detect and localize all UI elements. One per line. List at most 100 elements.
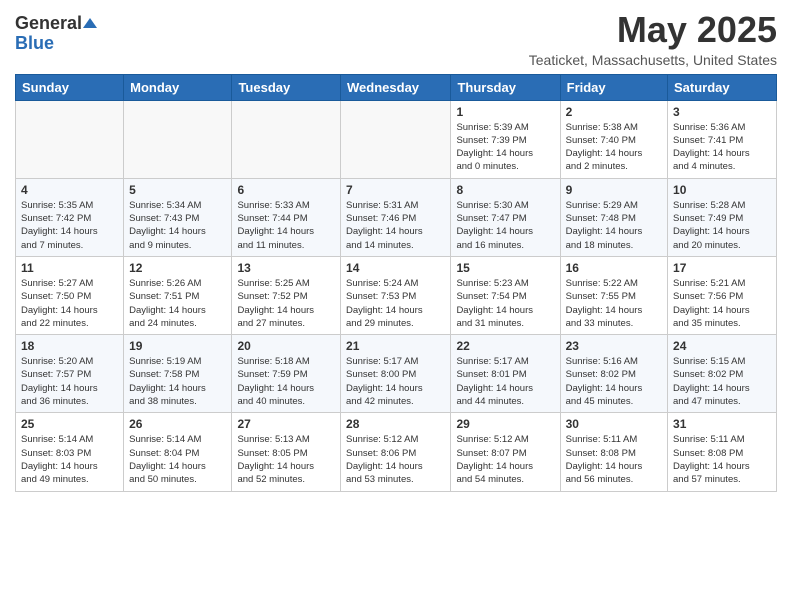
- day-number: 3: [673, 105, 771, 119]
- weekday-header-tuesday: Tuesday: [232, 74, 341, 100]
- day-number: 31: [673, 417, 771, 431]
- day-info: Sunrise: 5:36 AM Sunset: 7:41 PM Dayligh…: [673, 121, 771, 174]
- calendar-cell: 15 Sunrise: 5:23 AM Sunset: 7:54 PM Dayli…: [451, 256, 560, 334]
- day-info: Sunrise: 5:35 AM Sunset: 7:42 PM Dayligh…: [21, 199, 118, 252]
- day-info: Sunrise: 5:22 AM Sunset: 7:55 PM Dayligh…: [566, 277, 662, 330]
- day-info: Sunrise: 5:24 AM Sunset: 7:53 PM Dayligh…: [346, 277, 445, 330]
- calendar-cell: 30 Sunrise: 5:11 AM Sunset: 8:08 PM Dayli…: [560, 413, 667, 491]
- day-number: 1: [456, 105, 554, 119]
- calendar-cell: 20 Sunrise: 5:18 AM Sunset: 7:59 PM Dayli…: [232, 335, 341, 413]
- weekday-header-wednesday: Wednesday: [341, 74, 451, 100]
- calendar-cell: [232, 100, 341, 178]
- day-info: Sunrise: 5:38 AM Sunset: 7:40 PM Dayligh…: [566, 121, 662, 174]
- day-info: Sunrise: 5:14 AM Sunset: 8:03 PM Dayligh…: [21, 433, 118, 486]
- calendar-cell: 2Sunrise: 5:38 AM Sunset: 7:40 PM Daylig…: [560, 100, 667, 178]
- day-info: Sunrise: 5:17 AM Sunset: 8:00 PM Dayligh…: [346, 355, 445, 408]
- calendar-cell: 31 Sunrise: 5:11 AM Sunset: 8:08 PM Dayli…: [668, 413, 777, 491]
- weekday-header-saturday: Saturday: [668, 74, 777, 100]
- calendar-cell: 25 Sunrise: 5:14 AM Sunset: 8:03 PM Dayli…: [16, 413, 124, 491]
- day-info: Sunrise: 5:31 AM Sunset: 7:46 PM Dayligh…: [346, 199, 445, 252]
- calendar-cell: 8 Sunrise: 5:30 AM Sunset: 7:47 PM Daylig…: [451, 178, 560, 256]
- day-number: 6: [237, 183, 335, 197]
- calendar-cell: 7 Sunrise: 5:31 AM Sunset: 7:46 PM Daylig…: [341, 178, 451, 256]
- week-row-3: 11Sunrise: 5:27 AM Sunset: 7:50 PM Dayli…: [16, 256, 777, 334]
- calendar-cell: 9 Sunrise: 5:29 AM Sunset: 7:48 PM Daylig…: [560, 178, 667, 256]
- calendar-cell: 14Sunrise: 5:24 AM Sunset: 7:53 PM Dayli…: [341, 256, 451, 334]
- logo-blue: Blue: [15, 34, 54, 54]
- calendar-cell: 6Sunrise: 5:33 AM Sunset: 7:44 PM Daylig…: [232, 178, 341, 256]
- day-info: Sunrise: 5:12 AM Sunset: 8:07 PM Dayligh…: [456, 433, 554, 486]
- calendar: SundayMondayTuesdayWednesdayThursdayFrid…: [15, 74, 777, 492]
- day-number: 16: [566, 261, 662, 275]
- day-info: Sunrise: 5:18 AM Sunset: 7:59 PM Dayligh…: [237, 355, 335, 408]
- calendar-cell: 4 Sunrise: 5:35 AM Sunset: 7:42 PM Daylig…: [16, 178, 124, 256]
- weekday-header-sunday: Sunday: [16, 74, 124, 100]
- day-info: Sunrise: 5:21 AM Sunset: 7:56 PM Dayligh…: [673, 277, 771, 330]
- header: General Blue May 2025 Teaticket, Massach…: [15, 10, 777, 68]
- day-number: 5: [129, 183, 226, 197]
- week-row-4: 18 Sunrise: 5:20 AM Sunset: 7:57 PM Dayli…: [16, 335, 777, 413]
- calendar-cell: 3 Sunrise: 5:36 AM Sunset: 7:41 PM Daylig…: [668, 100, 777, 178]
- calendar-cell: 24 Sunrise: 5:15 AM Sunset: 8:02 PM Dayli…: [668, 335, 777, 413]
- month-title: May 2025: [529, 10, 777, 50]
- calendar-cell: [16, 100, 124, 178]
- day-number: 12: [129, 261, 226, 275]
- day-info: Sunrise: 5:11 AM Sunset: 8:08 PM Dayligh…: [566, 433, 662, 486]
- logo-general: General: [15, 14, 82, 34]
- calendar-cell: 10 Sunrise: 5:28 AM Sunset: 7:49 PM Dayli…: [668, 178, 777, 256]
- calendar-cell: 19Sunrise: 5:19 AM Sunset: 7:58 PM Dayli…: [124, 335, 232, 413]
- calendar-cell: 28 Sunrise: 5:12 AM Sunset: 8:06 PM Dayli…: [341, 413, 451, 491]
- day-number: 23: [566, 339, 662, 353]
- day-number: 22: [456, 339, 554, 353]
- day-info: Sunrise: 5:12 AM Sunset: 8:06 PM Dayligh…: [346, 433, 445, 486]
- day-info: Sunrise: 5:13 AM Sunset: 8:05 PM Dayligh…: [237, 433, 335, 486]
- day-number: 28: [346, 417, 445, 431]
- calendar-cell: 22 Sunrise: 5:17 AM Sunset: 8:01 PM Dayli…: [451, 335, 560, 413]
- day-info: Sunrise: 5:23 AM Sunset: 7:54 PM Dayligh…: [456, 277, 554, 330]
- day-number: 8: [456, 183, 554, 197]
- day-info: Sunrise: 5:27 AM Sunset: 7:50 PM Dayligh…: [21, 277, 118, 330]
- day-info: Sunrise: 5:16 AM Sunset: 8:02 PM Dayligh…: [566, 355, 662, 408]
- day-number: 18: [21, 339, 118, 353]
- weekday-header-thursday: Thursday: [451, 74, 560, 100]
- day-number: 9: [566, 183, 662, 197]
- logo: General Blue: [15, 10, 97, 54]
- day-info: Sunrise: 5:14 AM Sunset: 8:04 PM Dayligh…: [129, 433, 226, 486]
- calendar-cell: 5Sunrise: 5:34 AM Sunset: 7:43 PM Daylig…: [124, 178, 232, 256]
- day-number: 7: [346, 183, 445, 197]
- day-info: Sunrise: 5:28 AM Sunset: 7:49 PM Dayligh…: [673, 199, 771, 252]
- weekday-header-friday: Friday: [560, 74, 667, 100]
- day-number: 25: [21, 417, 118, 431]
- day-number: 10: [673, 183, 771, 197]
- day-number: 27: [237, 417, 335, 431]
- calendar-cell: 23 Sunrise: 5:16 AM Sunset: 8:02 PM Dayli…: [560, 335, 667, 413]
- day-number: 21: [346, 339, 445, 353]
- day-info: Sunrise: 5:29 AM Sunset: 7:48 PM Dayligh…: [566, 199, 662, 252]
- day-info: Sunrise: 5:11 AM Sunset: 8:08 PM Dayligh…: [673, 433, 771, 486]
- day-number: 24: [673, 339, 771, 353]
- day-number: 15: [456, 261, 554, 275]
- day-number: 13: [237, 261, 335, 275]
- day-info: Sunrise: 5:15 AM Sunset: 8:02 PM Dayligh…: [673, 355, 771, 408]
- day-info: Sunrise: 5:17 AM Sunset: 8:01 PM Dayligh…: [456, 355, 554, 408]
- weekday-header-row: SundayMondayTuesdayWednesdayThursdayFrid…: [16, 74, 777, 100]
- calendar-cell: 11Sunrise: 5:27 AM Sunset: 7:50 PM Dayli…: [16, 256, 124, 334]
- title-area: May 2025 Teaticket, Massachusetts, Unite…: [529, 10, 777, 68]
- calendar-cell: 17Sunrise: 5:21 AM Sunset: 7:56 PM Dayli…: [668, 256, 777, 334]
- day-info: Sunrise: 5:30 AM Sunset: 7:47 PM Dayligh…: [456, 199, 554, 252]
- day-info: Sunrise: 5:39 AM Sunset: 7:39 PM Dayligh…: [456, 121, 554, 174]
- day-number: 4: [21, 183, 118, 197]
- logo-triangle-icon: [83, 16, 97, 30]
- week-row-1: 1 Sunrise: 5:39 AM Sunset: 7:39 PM Daylig…: [16, 100, 777, 178]
- day-info: Sunrise: 5:20 AM Sunset: 7:57 PM Dayligh…: [21, 355, 118, 408]
- calendar-cell: 16 Sunrise: 5:22 AM Sunset: 7:55 PM Dayli…: [560, 256, 667, 334]
- day-number: 20: [237, 339, 335, 353]
- calendar-cell: 1 Sunrise: 5:39 AM Sunset: 7:39 PM Daylig…: [451, 100, 560, 178]
- calendar-cell: 18 Sunrise: 5:20 AM Sunset: 7:57 PM Dayli…: [16, 335, 124, 413]
- day-number: 26: [129, 417, 226, 431]
- day-number: 19: [129, 339, 226, 353]
- day-number: 30: [566, 417, 662, 431]
- calendar-cell: 27 Sunrise: 5:13 AM Sunset: 8:05 PM Dayli…: [232, 413, 341, 491]
- day-number: 29: [456, 417, 554, 431]
- calendar-cell: [124, 100, 232, 178]
